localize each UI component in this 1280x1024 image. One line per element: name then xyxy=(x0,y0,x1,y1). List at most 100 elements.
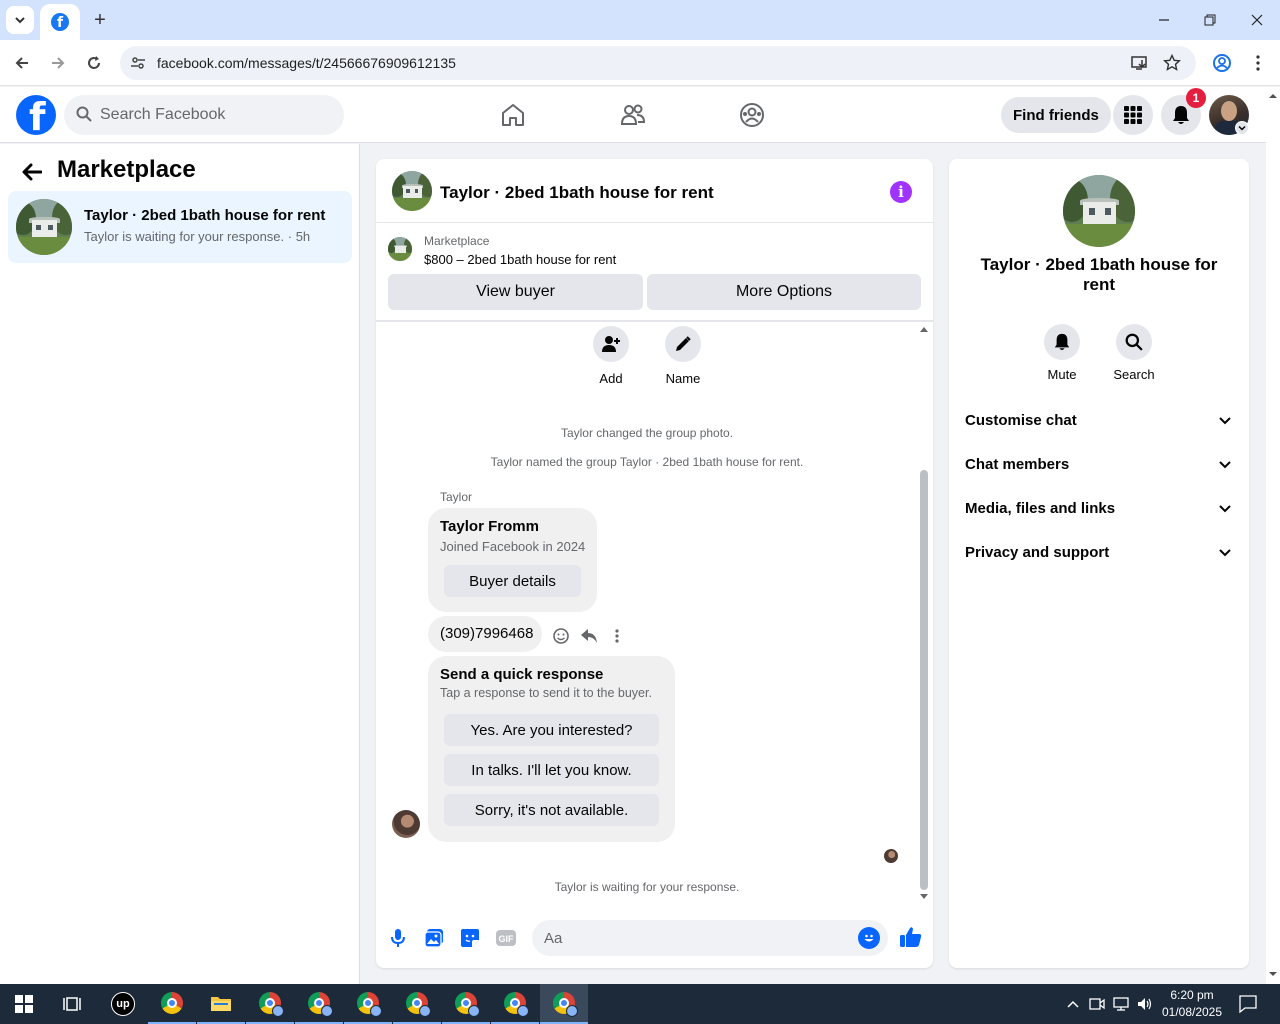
listing-thumbnail[interactable] xyxy=(388,237,412,261)
upwork-app-button[interactable]: up xyxy=(99,984,147,1024)
sender-name: Taylor xyxy=(440,490,473,504)
find-friends-button[interactable]: Find friends xyxy=(1001,97,1111,133)
start-button[interactable] xyxy=(0,984,48,1024)
profile-button[interactable] xyxy=(1208,49,1236,77)
more-options-button[interactable]: More Options xyxy=(647,274,921,310)
notification-center-button[interactable] xyxy=(1238,994,1258,1014)
notification-badge: 1 xyxy=(1186,88,1206,108)
network-icon[interactable] xyxy=(1111,994,1131,1014)
section-label: Privacy and support xyxy=(965,544,1110,561)
quick-response-option[interactable]: In talks. I'll let you know. xyxy=(444,754,659,786)
group-photo-large[interactable] xyxy=(1063,175,1135,247)
chrome-profile-window-button[interactable] xyxy=(246,984,294,1024)
restore-window-button[interactable] xyxy=(1187,0,1233,40)
facebook-logo[interactable]: f xyxy=(16,95,56,135)
add-people-action[interactable]: Add xyxy=(581,326,641,386)
tab-search-button[interactable] xyxy=(6,6,34,34)
task-view-button[interactable] xyxy=(48,984,96,1024)
listing-price-title[interactable]: $800 – 2bed 1bath house for rent xyxy=(424,252,616,267)
message-more-button[interactable] xyxy=(606,625,628,647)
volume-icon[interactable] xyxy=(1135,994,1155,1014)
chevron-down-icon xyxy=(1215,543,1235,563)
sticker-button[interactable] xyxy=(459,927,481,949)
gif-button[interactable]: GIF xyxy=(495,927,517,949)
home-nav-button[interactable] xyxy=(499,101,527,129)
minimize-window-button[interactable] xyxy=(1141,0,1187,40)
reload-button[interactable] xyxy=(80,49,108,77)
search-icon xyxy=(1125,333,1143,351)
view-buyer-button[interactable]: View buyer xyxy=(388,274,643,310)
chrome-taskbar-button[interactable] xyxy=(148,984,196,1024)
group-photo[interactable] xyxy=(392,171,432,211)
menu-button[interactable] xyxy=(1113,95,1153,135)
address-bar[interactable]: facebook.com/messages/t/2456667690961213… xyxy=(120,46,1196,80)
system-message: Taylor changed the group photo. xyxy=(560,426,734,440)
minimize-icon xyxy=(1159,19,1169,21)
site-info-icon[interactable] xyxy=(128,53,148,73)
scroll-down-icon[interactable] xyxy=(1266,967,1280,981)
send-like-button[interactable] xyxy=(899,925,923,949)
show-hidden-icons-button[interactable] xyxy=(1063,994,1083,1014)
attach-photo-button[interactable] xyxy=(423,927,445,949)
chrome-active-window-button[interactable] xyxy=(540,984,588,1024)
message-input-wrapper[interactable] xyxy=(532,920,888,956)
taskbar-clock[interactable]: 6:20 pm 01/08/2025 xyxy=(1158,987,1226,1021)
scrollbar-thumb[interactable] xyxy=(920,470,928,890)
close-window-button[interactable] xyxy=(1234,0,1280,40)
page-scrollbar[interactable] xyxy=(1266,87,1280,984)
quick-response-title: Send a quick response xyxy=(440,666,604,683)
install-app-icon[interactable] xyxy=(1130,53,1150,73)
chrome-profile-window-button[interactable] xyxy=(295,984,343,1024)
bookmark-star-icon[interactable] xyxy=(1162,53,1182,73)
chrome-profile-window-button[interactable] xyxy=(442,984,490,1024)
scroll-up-icon[interactable] xyxy=(917,324,931,334)
facebook-search[interactable] xyxy=(64,95,344,135)
facebook-search-input[interactable] xyxy=(100,95,330,135)
chrome-profile-window-button[interactable] xyxy=(393,984,441,1024)
friends-nav-button[interactable] xyxy=(619,101,647,129)
search-in-conversation-action[interactable]: Search xyxy=(1104,324,1164,382)
media-files-links-section[interactable]: Media, files and links xyxy=(957,489,1241,529)
forward-button[interactable] xyxy=(44,49,72,77)
file-explorer-button[interactable] xyxy=(197,984,245,1024)
more-vertical-icon xyxy=(1256,55,1260,71)
chrome-profile-window-button[interactable] xyxy=(344,984,392,1024)
chrome-profile-window-button[interactable] xyxy=(491,984,539,1024)
message-scrollbar[interactable] xyxy=(917,322,931,902)
search-label: Search xyxy=(1113,367,1155,382)
phone-message[interactable]: (309)7996468 xyxy=(428,616,542,652)
new-tab-button[interactable]: + xyxy=(88,8,112,32)
customise-chat-section[interactable]: Customise chat xyxy=(957,401,1241,441)
browser-menu-button[interactable] xyxy=(1244,49,1272,77)
meet-now-icon[interactable] xyxy=(1087,994,1107,1014)
phone-number-text[interactable]: (309)7996468 xyxy=(440,625,533,642)
voice-clip-button[interactable] xyxy=(387,927,409,949)
name-label: Name xyxy=(665,371,701,386)
sender-avatar[interactable] xyxy=(392,810,420,838)
url-text[interactable]: facebook.com/messages/t/2456667690961213… xyxy=(157,55,456,71)
back-button[interactable] xyxy=(8,49,36,77)
thumbs-up-icon xyxy=(900,927,922,947)
conversation-header: Taylor · 2bed 1bath house for rent i xyxy=(376,159,933,223)
scroll-down-icon[interactable] xyxy=(917,892,931,902)
emoji-icon xyxy=(864,934,874,942)
back-to-marketplace-button[interactable] xyxy=(18,158,46,186)
quick-response-option[interactable]: Sorry, it's not available. xyxy=(444,794,659,826)
conversation-list-item[interactable]: Taylor · 2bed 1bath house for rent Taylo… xyxy=(8,191,352,263)
chat-members-section[interactable]: Chat members xyxy=(957,445,1241,485)
scroll-up-icon[interactable] xyxy=(1266,89,1280,103)
message-input[interactable] xyxy=(544,920,844,956)
name-group-action[interactable]: Name xyxy=(653,326,713,386)
browser-tab-facebook[interactable]: f xyxy=(40,4,80,40)
react-button[interactable] xyxy=(550,625,572,647)
buyer-details-button[interactable]: Buyer details xyxy=(444,565,581,597)
account-chevron-down-icon[interactable] xyxy=(1235,121,1249,135)
quick-response-option[interactable]: Yes. Are you interested? xyxy=(444,714,659,746)
privacy-support-section[interactable]: Privacy and support xyxy=(957,533,1241,573)
mute-action[interactable]: Mute xyxy=(1032,324,1092,382)
reply-button[interactable] xyxy=(578,625,600,647)
emoji-button[interactable] xyxy=(858,927,880,949)
groups-nav-button[interactable] xyxy=(738,101,766,129)
conversation-title[interactable]: Taylor · 2bed 1bath house for rent xyxy=(440,183,714,203)
info-icon[interactable]: i xyxy=(890,181,912,203)
